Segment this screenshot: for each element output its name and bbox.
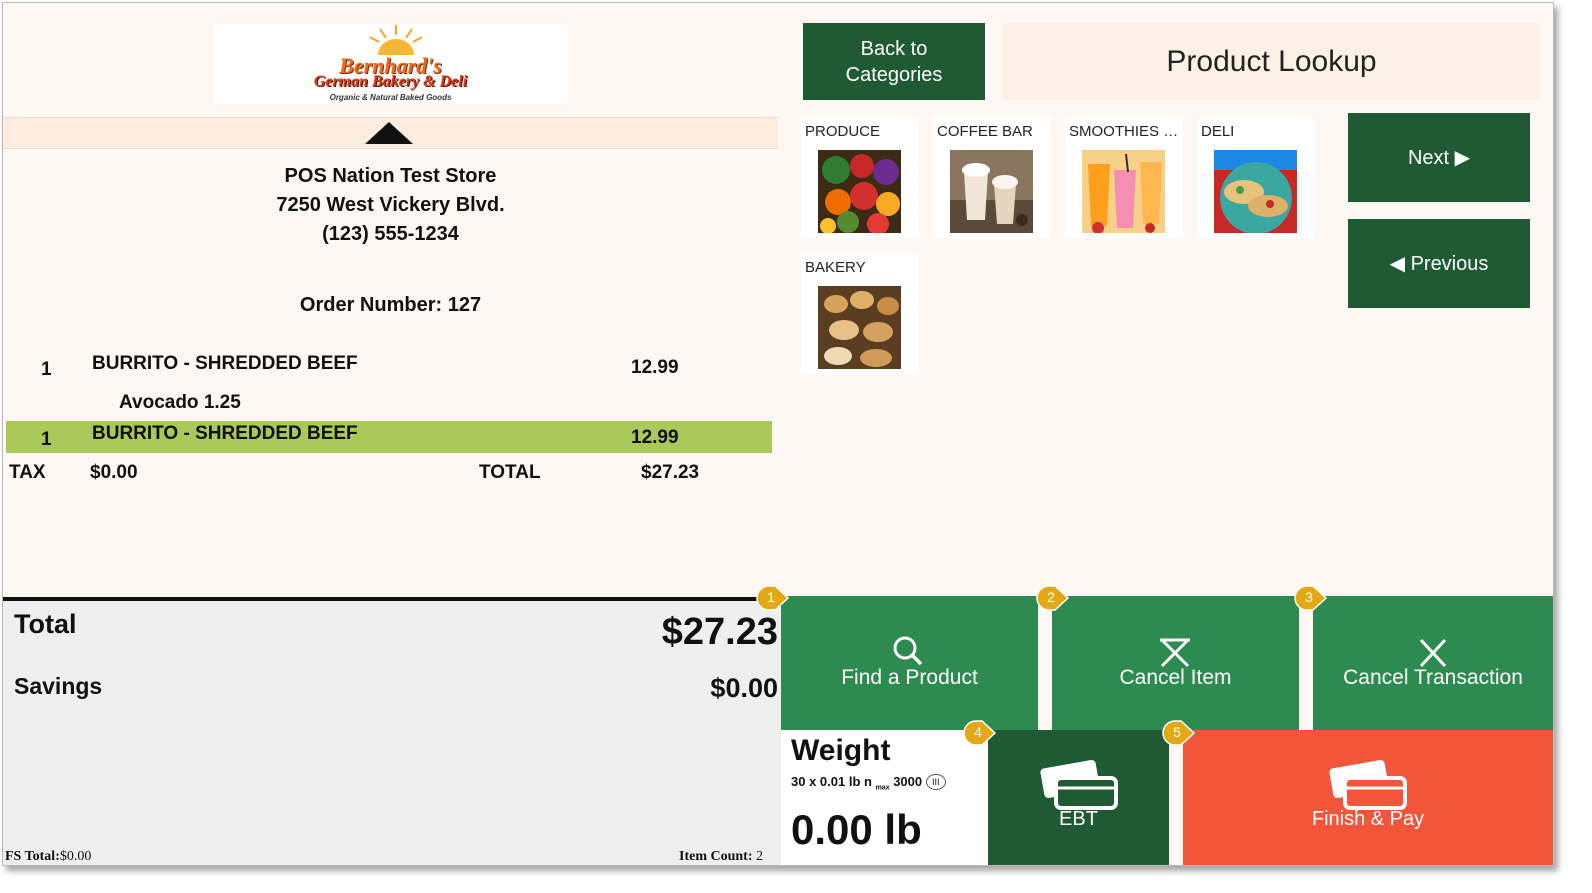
item-count: Item Count: 2 xyxy=(679,849,763,865)
callout-badge: 4 xyxy=(962,720,996,746)
ebt-button[interactable]: EBT xyxy=(988,730,1169,865)
coffee-image-icon xyxy=(950,150,1033,233)
badge-number: 1 xyxy=(767,589,775,605)
receipt-scroll-up-button[interactable] xyxy=(3,117,778,149)
tax-value: $0.00 xyxy=(90,462,138,483)
ebt-label: EBT xyxy=(1059,808,1098,830)
divider xyxy=(1169,730,1183,865)
smoothies-image-icon xyxy=(1082,150,1165,233)
find-product-label: Find a Product xyxy=(841,666,978,689)
store-phone: (123) 555-1234 xyxy=(322,223,459,245)
ebt-card-icon xyxy=(1040,760,1118,810)
callout-badge: 5 xyxy=(1161,720,1195,746)
summary-savings-value: $0.00 xyxy=(710,673,778,703)
category-tile-bakery[interactable]: BAKERY xyxy=(801,253,919,375)
divider xyxy=(1299,596,1313,730)
cancel-transaction-button[interactable]: Cancel Transaction xyxy=(1313,596,1553,730)
callout-badge: 1 xyxy=(755,585,789,611)
finish-and-pay-button[interactable]: Finish & Pay xyxy=(1183,730,1553,865)
total-label: TOTAL xyxy=(479,462,541,483)
divider xyxy=(1038,596,1052,730)
receipt-line-item[interactable]: 1 BURRITO - SHREDDED BEEF 12.99 xyxy=(3,353,778,393)
item-qty: 1 xyxy=(41,359,52,380)
weight-display: Weight 30 x 0.01 lb n max 3000 III 0.00 … xyxy=(781,730,987,865)
totals-panel: Total $27.23 Savings $0.00 FS Total:$0.0… xyxy=(3,597,781,865)
category-tile-smoothies[interactable]: SMOOTHIES & ... xyxy=(1065,117,1183,239)
summary-savings-label: Savings xyxy=(14,673,103,699)
store-name: POS Nation Test Store xyxy=(284,165,497,187)
deli-image-icon xyxy=(1214,150,1297,233)
weight-spec: 30 x 0.01 lb n max 3000 III xyxy=(791,774,946,792)
order-number: Order Number: 127 xyxy=(299,294,482,316)
category-tile-produce[interactable]: PRODUCE xyxy=(801,117,919,239)
weight-spec-prefix: 30 x 0.01 lb n xyxy=(791,774,872,789)
cancel-transaction-label: Cancel Transaction xyxy=(1343,666,1523,689)
store-address: 7250 West Vickery Blvd. xyxy=(276,194,505,216)
back-to-categories-button[interactable]: Back to Categories xyxy=(803,23,985,100)
category-label: COFFEE BAR xyxy=(937,123,1033,140)
bakery-image-icon xyxy=(818,286,901,369)
item-count-value: 2 xyxy=(756,849,763,864)
close-icon xyxy=(1419,638,1447,668)
cancel-item-icon xyxy=(1160,638,1190,668)
pos-screen: Bernhard's German Bakery & Deli Organic … xyxy=(2,2,1554,866)
cancel-item-button[interactable]: Cancel Item xyxy=(1052,596,1299,730)
finish-pay-label: Finish & Pay xyxy=(1311,808,1425,830)
payment-card-icon xyxy=(1329,760,1407,810)
badge-number: 5 xyxy=(1173,724,1181,740)
category-label: BAKERY xyxy=(805,259,866,276)
total-value: $27.23 xyxy=(641,462,700,483)
item-modifier: Avocado 1.25 xyxy=(119,392,241,413)
back-label-line2: Categories xyxy=(845,63,943,86)
category-label: DELI xyxy=(1201,123,1235,140)
callout-badge: 3 xyxy=(1293,585,1327,611)
magnifier-icon xyxy=(893,636,923,666)
item-qty: 1 xyxy=(41,429,52,450)
badge-number: 2 xyxy=(1047,589,1055,605)
back-label-line1: Back to xyxy=(860,37,928,60)
category-tile-coffee-bar[interactable]: COFFEE BAR xyxy=(933,117,1051,239)
logo-text-line2: German Bakery & Deli xyxy=(313,73,468,90)
weight-title: Weight xyxy=(791,734,891,767)
item-name: BURRITO - SHREDDED BEEF xyxy=(92,423,358,444)
find-product-button[interactable]: Find a Product xyxy=(781,596,1038,730)
weight-spec-sub: max xyxy=(875,784,890,792)
store-logo: Bernhard's German Bakery & Deli Organic … xyxy=(213,23,568,105)
logo-text-line3: Organic & Natural Baked Goods xyxy=(329,93,452,102)
summary-total-value: $27.23 xyxy=(661,611,778,653)
produce-image-icon xyxy=(818,150,901,233)
category-tile-deli[interactable]: DELI xyxy=(1197,117,1315,239)
badge-number: 3 xyxy=(1305,589,1313,605)
tax-label: TAX xyxy=(9,462,46,483)
category-label: SMOOTHIES & ... xyxy=(1069,123,1181,140)
previous-button[interactable]: ◀ Previous xyxy=(1348,219,1530,308)
accuracy-class-badge: III xyxy=(925,774,946,790)
next-button[interactable]: Next ▶ xyxy=(1348,113,1530,202)
weight-spec-suffix: 3000 xyxy=(893,774,923,789)
item-count-label: Item Count: xyxy=(679,849,753,864)
item-name: BURRITO - SHREDDED BEEF xyxy=(92,353,358,374)
callout-badge: 2 xyxy=(1035,585,1069,611)
fs-total-label: FS Total: xyxy=(5,849,60,864)
cancel-item-label: Cancel Item xyxy=(1119,666,1232,689)
badge-number: 4 xyxy=(974,724,982,740)
receipt-line-item-selected[interactable]: 1 BURRITO - SHREDDED BEEF 12.99 xyxy=(6,421,772,453)
item-price: 12.99 xyxy=(631,427,679,448)
page-title: Product Lookup xyxy=(1003,23,1540,100)
item-price: 12.99 xyxy=(631,357,679,378)
weight-value: 0.00 lb xyxy=(791,806,922,853)
triangle-up-icon xyxy=(365,122,413,144)
fs-total-value: $0.00 xyxy=(59,849,92,864)
fs-total: FS Total:$0.00 xyxy=(5,849,91,865)
category-label: PRODUCE xyxy=(805,123,881,140)
summary-total-label: Total xyxy=(14,609,77,639)
